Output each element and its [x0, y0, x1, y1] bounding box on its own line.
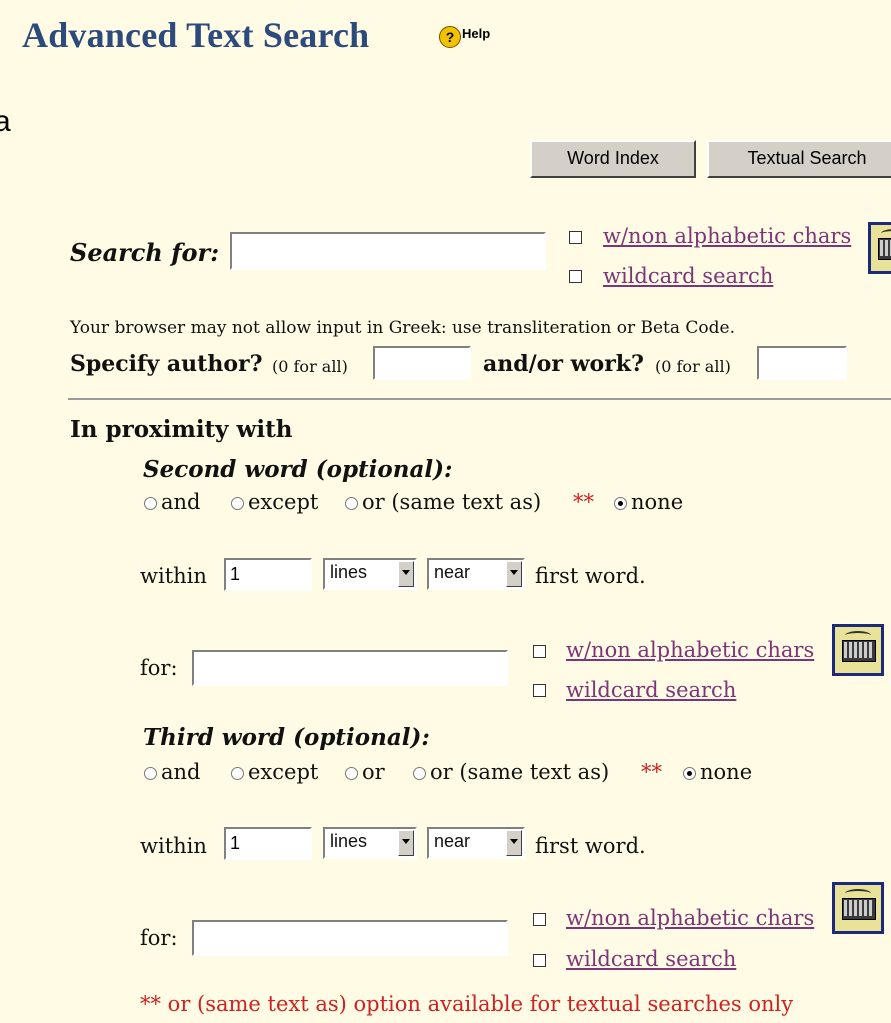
third-wildcard-checkbox[interactable]	[533, 954, 546, 967]
third-or-label: or	[362, 760, 385, 784]
search-nonalpha-link[interactable]: w/non alphabetic chars	[603, 224, 851, 248]
textual-search-button[interactable]: Textual Search	[707, 140, 891, 178]
search-nonalpha-checkbox[interactable]	[569, 231, 582, 244]
second-unit-select[interactable]: lines	[323, 558, 417, 590]
search-for-label: Search for:	[70, 238, 220, 267]
second-and-radio[interactable]	[144, 497, 157, 510]
stray-text: a	[0, 105, 11, 138]
search-input[interactable]	[230, 232, 546, 270]
third-or-same-text-radio[interactable]	[413, 767, 426, 780]
work-input[interactable]	[757, 346, 847, 380]
second-nonalpha-link[interactable]: w/non alphabetic chars	[566, 638, 814, 662]
browser-note: Your browser may not allow input in Gree…	[70, 318, 736, 338]
divider	[68, 398, 891, 400]
chevron-down-icon	[398, 561, 414, 587]
search-wildcard-checkbox[interactable]	[569, 270, 582, 283]
proximity-heading: In proximity with	[70, 416, 293, 443]
third-none-label: none	[700, 760, 753, 784]
third-for-label: for:	[140, 926, 178, 950]
second-and-label: and	[161, 490, 201, 514]
second-relation-select[interactable]: near	[427, 558, 525, 590]
third-and-radio[interactable]	[144, 767, 157, 780]
search-wildcard-link[interactable]: wildcard search	[603, 264, 773, 288]
chevron-down-icon	[398, 830, 414, 856]
second-nonalpha-checkbox[interactable]	[533, 645, 546, 658]
work-label: and/or work?	[483, 351, 644, 377]
second-relation-value: near	[434, 562, 471, 582]
second-except-radio[interactable]	[231, 497, 244, 510]
third-first-word-label: first word.	[535, 834, 646, 858]
second-asterisks: **	[573, 490, 594, 514]
third-within-input[interactable]	[224, 827, 312, 860]
second-first-word-label: first word.	[535, 564, 646, 588]
third-or-radio[interactable]	[345, 767, 358, 780]
third-except-radio[interactable]	[231, 767, 244, 780]
keyboard-icon[interactable]	[832, 882, 884, 934]
help-icon[interactable]: ?	[439, 26, 461, 48]
footnote: ** or (same text as) option available fo…	[140, 992, 794, 1016]
second-or-same-text-radio[interactable]	[345, 497, 358, 510]
third-word-heading: Third word (optional):	[143, 724, 430, 751]
third-for-input[interactable]	[192, 920, 508, 956]
second-within-label: within	[140, 564, 207, 588]
second-except-label: except	[248, 490, 319, 514]
second-wildcard-link[interactable]: wildcard search	[566, 678, 736, 702]
third-or-same-text-label: or (same text as)	[430, 760, 610, 784]
third-relation-value: near	[434, 831, 471, 851]
third-within-label: within	[140, 834, 207, 858]
author-hint: (0 for all)	[272, 357, 348, 376]
word-index-button[interactable]: Word Index	[530, 140, 696, 178]
third-none-radio[interactable]	[683, 767, 696, 780]
second-within-input[interactable]	[224, 558, 312, 591]
third-unit-value: lines	[330, 831, 368, 851]
chevron-down-icon	[506, 830, 522, 856]
second-unit-value: lines	[330, 562, 368, 582]
author-input[interactable]	[373, 346, 471, 380]
third-and-label: and	[161, 760, 201, 784]
second-or-same-text-label: or (same text as)	[362, 490, 542, 514]
second-wildcard-checkbox[interactable]	[533, 684, 546, 697]
work-hint: (0 for all)	[655, 357, 731, 376]
author-label: Specify author?	[70, 351, 263, 377]
chevron-down-icon	[506, 561, 522, 587]
third-nonalpha-checkbox[interactable]	[533, 913, 546, 926]
keyboard-icon[interactable]	[868, 222, 891, 274]
page-title: Advanced Text Search	[22, 15, 370, 55]
third-wildcard-link[interactable]: wildcard search	[566, 947, 736, 971]
second-none-radio[interactable]	[614, 497, 627, 510]
second-none-label: none	[631, 490, 684, 514]
third-unit-select[interactable]: lines	[323, 827, 417, 859]
third-relation-select[interactable]: near	[427, 827, 525, 859]
keyboard-icon[interactable]	[832, 624, 884, 676]
third-nonalpha-link[interactable]: w/non alphabetic chars	[566, 906, 814, 930]
second-for-input[interactable]	[192, 650, 508, 686]
help-link[interactable]: Help	[462, 26, 490, 41]
third-except-label: except	[248, 760, 319, 784]
third-asterisks: **	[641, 760, 662, 784]
second-word-heading: Second word (optional):	[143, 456, 453, 483]
second-for-label: for:	[140, 656, 178, 680]
